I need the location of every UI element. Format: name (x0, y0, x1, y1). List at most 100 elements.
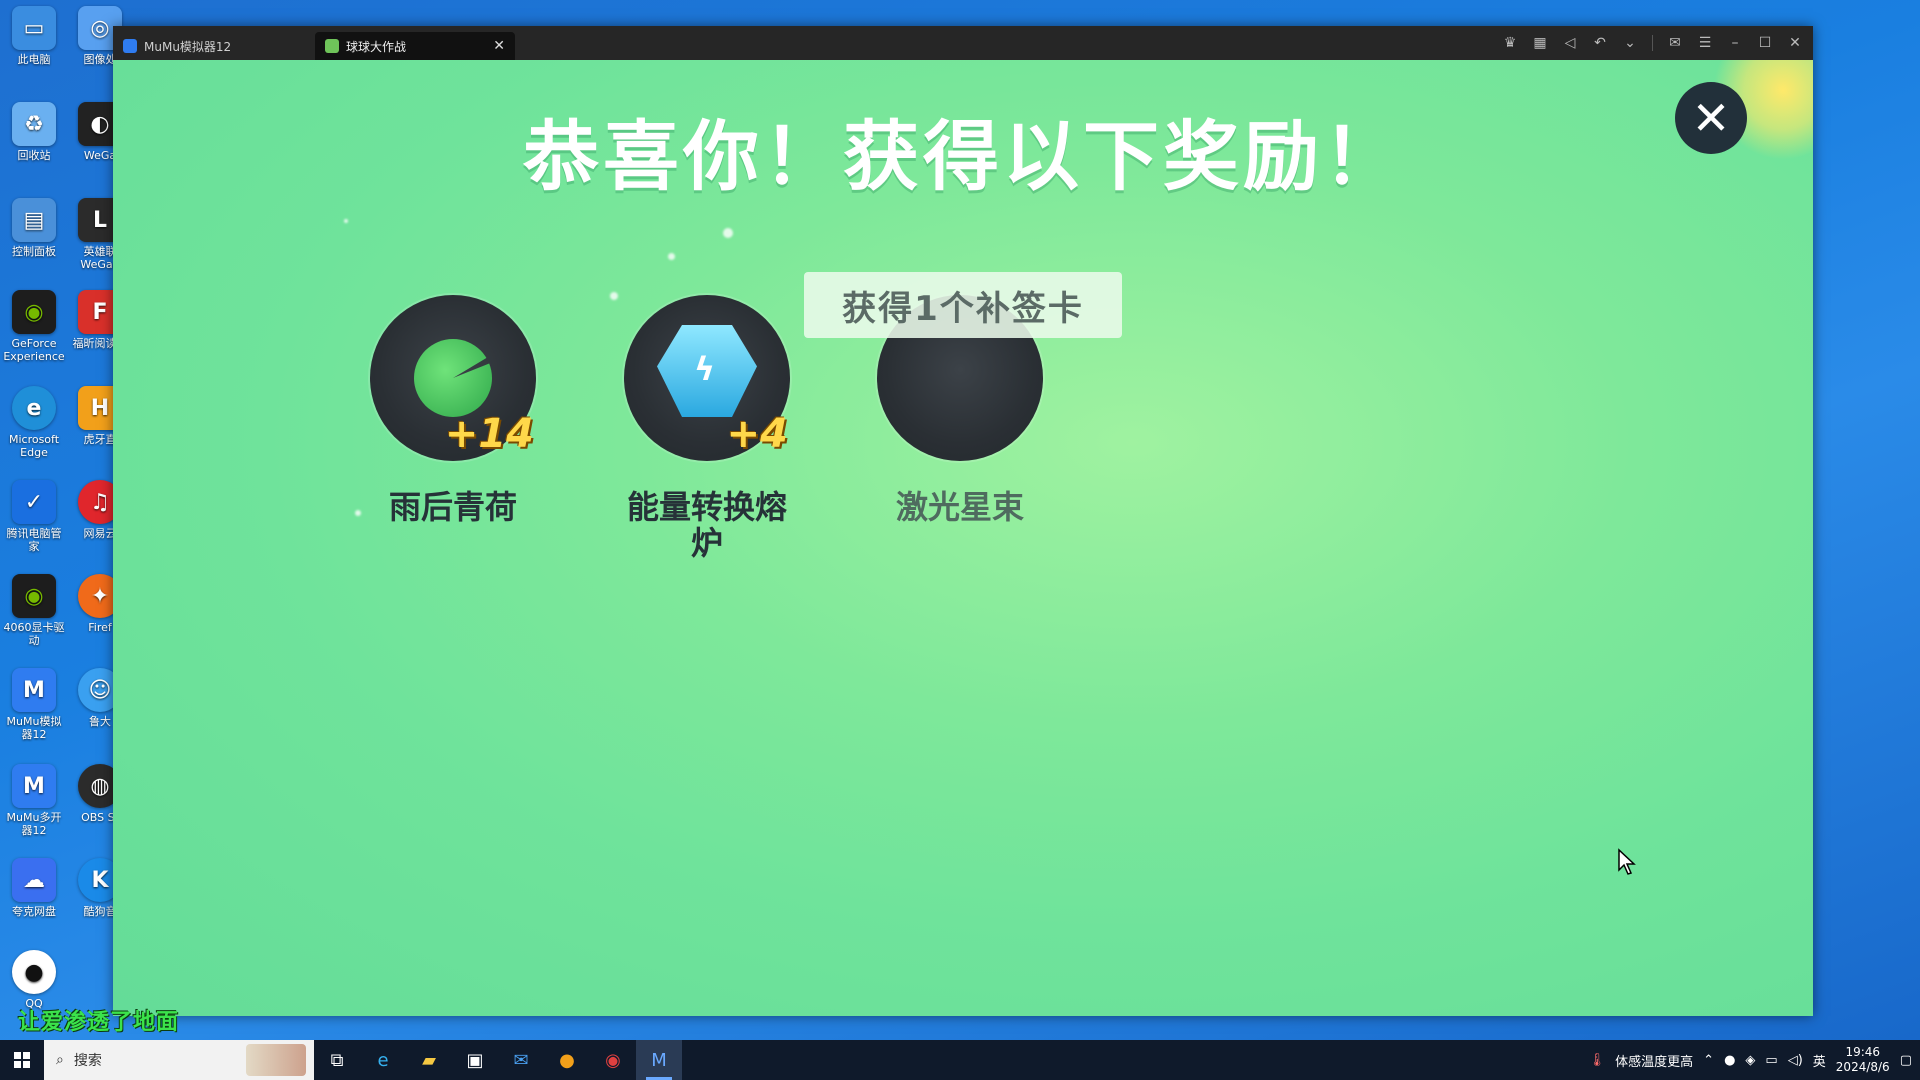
clock-date: 2024/8/6 (1835, 1060, 1890, 1074)
lotus-leaf-icon (414, 339, 492, 417)
desktop-icon-mumu[interactable]: M MuMu模拟器12 (2, 668, 66, 741)
reward-toast: 获得1个补签卡 (804, 272, 1122, 338)
clock-time: 19:46 (1845, 1045, 1881, 1059)
tab-label: 球球大作战 (346, 39, 407, 54)
sparkle (344, 219, 348, 223)
lightning-icon: ϟ (694, 350, 716, 388)
search-icon: ⌕ (56, 1052, 64, 1068)
lol-icon: ◉ (605, 1049, 621, 1071)
reward-item-lotus[interactable]: +14 雨后青荷 (358, 295, 548, 525)
mouse-cursor-icon (1618, 848, 1636, 875)
store-icon: ▣ (466, 1049, 484, 1071)
desktop-icon-label: MuMu模拟器12 (6, 715, 62, 741)
edge-icon: e (12, 386, 56, 430)
desktop-icon-label: 酷狗音 (83, 905, 117, 918)
search-highlight-image (246, 1044, 306, 1076)
maximize-icon[interactable]: ☐ (1757, 35, 1773, 51)
reward-name: 能量转换熔炉 (626, 488, 787, 562)
sparkle (723, 228, 733, 238)
reward-count: +4 (726, 411, 788, 457)
microphone-icon[interactable]: ● (1724, 1053, 1735, 1068)
desktop-icon-label: Firef (88, 621, 112, 634)
minimize-icon[interactable]: – (1727, 35, 1743, 51)
desktop-icon-qq[interactable]: ● QQ (2, 950, 66, 1010)
window-titlebar: MuMu模拟器12 球球大作战 ✕ ♛ ▦ ◁ ↶ ⌄ ✉ ☰ – ☐ ✕ (113, 26, 1813, 60)
menu-icon[interactable]: ☰ (1697, 35, 1713, 51)
control-panel-icon: ▤ (12, 198, 56, 242)
desktop-icon-label: 网易云 (83, 527, 117, 540)
desktop-icon-tencent-pc-manager[interactable]: ✓ 腾讯电脑管家 (2, 480, 66, 553)
taskbar-mail[interactable]: ✉ (498, 1040, 544, 1080)
reward-orb: +14 (370, 295, 536, 461)
mail-icon[interactable]: ✉ (1667, 35, 1683, 51)
taskbar-edge[interactable]: e (360, 1040, 406, 1080)
close-icon: ✕ (1691, 91, 1731, 145)
ime-indicator[interactable]: 英 (1813, 1051, 1826, 1070)
recycle-bin-icon: ♻ (12, 102, 56, 146)
chevron-up-icon[interactable]: ⌃ (1703, 1053, 1714, 1068)
reward-close-button[interactable]: ✕ (1675, 82, 1747, 154)
desktop-icon-control-panel[interactable]: ▤ 控制面板 (2, 198, 66, 258)
desktop-icon-geforce[interactable]: ◉ GeForce Experience (2, 290, 66, 363)
reward-count: +14 (444, 411, 534, 457)
keyboard-icon[interactable]: ▦ (1532, 35, 1548, 51)
desktop-icon-label: 回收站 (17, 149, 51, 162)
tab-label: MuMu模拟器12 (144, 39, 232, 54)
desktop-icon-label: 腾讯电脑管家 (6, 527, 62, 553)
volume-icon[interactable]: ◁ (1562, 35, 1578, 51)
taskbar-mumu[interactable]: M (636, 1040, 682, 1080)
reward-orb: ϟ +4 (624, 295, 790, 461)
tab-close-icon[interactable]: ✕ (493, 38, 505, 54)
reward-item-furnace[interactable]: ϟ +4 能量转换熔炉 (612, 295, 802, 561)
weather-text[interactable]: 体感温度更高 (1615, 1051, 1693, 1070)
gamepad-icon[interactable]: ♛ (1502, 35, 1518, 51)
notification-icon[interactable]: ▢ (1900, 1053, 1912, 1068)
window-toolbar: ♛ ▦ ◁ ↶ ⌄ ✉ ☰ – ☐ ✕ (1502, 26, 1803, 60)
reward-name: 雨后青荷 (388, 488, 517, 526)
desktop-icon-edge[interactable]: e Microsoft Edge (2, 386, 66, 459)
toolbar-divider (1652, 35, 1653, 51)
sparkle (668, 253, 675, 260)
taskbar-app-orange[interactable]: ● (544, 1040, 590, 1080)
desktop-icon-label: 4060显卡驱动 (3, 621, 65, 647)
network-icon[interactable]: ▭ (1765, 1053, 1777, 1068)
desktop-icon-label: 图像处 (83, 53, 117, 66)
close-icon[interactable]: ✕ (1787, 35, 1803, 51)
taskbar-file-explorer[interactable]: ▰ (406, 1040, 452, 1080)
desktop-icon-label: 夸克网盘 (12, 905, 56, 918)
taskbar-search[interactable]: ⌕ 搜索 (44, 1040, 314, 1080)
undo-icon[interactable]: ↶ (1592, 35, 1608, 51)
task-view-icon: ⧉ (330, 1049, 344, 1071)
game-app-icon (325, 39, 339, 53)
desktop-icon-quark[interactable]: ☁ 夸克网盘 (2, 858, 66, 918)
tab-game[interactable]: 球球大作战 ✕ (315, 32, 515, 60)
mail-icon: ✉ (513, 1049, 529, 1071)
desktop-icon-label: WeGa (83, 149, 117, 162)
windows-logo-icon (14, 1052, 30, 1068)
game-viewport[interactable]: 恭喜你！获得以下奖励！ ✕ +14 雨后青荷 ϟ +4 能量转换熔炉 激光星束 (113, 60, 1813, 1016)
desktop-icon-label: MuMu多开器12 (6, 811, 62, 837)
taskbar-clock[interactable]: 19:46 2024/8/6 (1836, 1045, 1890, 1075)
desktop-icon-recycle-bin[interactable]: ♻ 回收站 (2, 102, 66, 162)
desktop-icon-label: 鲁大 (89, 715, 111, 728)
search-placeholder: 搜索 (73, 1053, 102, 1069)
chevron-down-icon[interactable]: ⌄ (1622, 35, 1638, 51)
desktop-icon-label: 控制面板 (12, 245, 56, 258)
tab-mumu-home[interactable]: MuMu模拟器12 (113, 32, 313, 60)
taskbar-app-lol[interactable]: ◉ (590, 1040, 636, 1080)
cloud-drive-icon: ☁ (12, 858, 56, 902)
desktop-icon-mumu-multi[interactable]: M MuMu多开器12 (2, 764, 66, 837)
task-view-button[interactable]: ⧉ (314, 1040, 360, 1080)
mumu-icon: M (651, 1049, 667, 1071)
start-button[interactable] (0, 1040, 44, 1080)
security-shield-icon[interactable]: ◈ (1745, 1053, 1755, 1068)
desktop-icon-gpu-driver[interactable]: ◉ 4060显卡驱动 (2, 574, 66, 647)
mumu-icon: M (12, 668, 56, 712)
taskbar-store[interactable]: ▣ (452, 1040, 498, 1080)
volume-icon[interactable]: ◁) (1788, 1053, 1803, 1068)
edge-icon: e (377, 1049, 389, 1071)
desktop-icon-this-pc[interactable]: ▭ 此电脑 (2, 6, 66, 66)
thermometer-icon[interactable]: 🌡 (1589, 1053, 1606, 1068)
nvidia-icon: ◉ (12, 574, 56, 618)
computer-icon: ▭ (12, 6, 56, 50)
